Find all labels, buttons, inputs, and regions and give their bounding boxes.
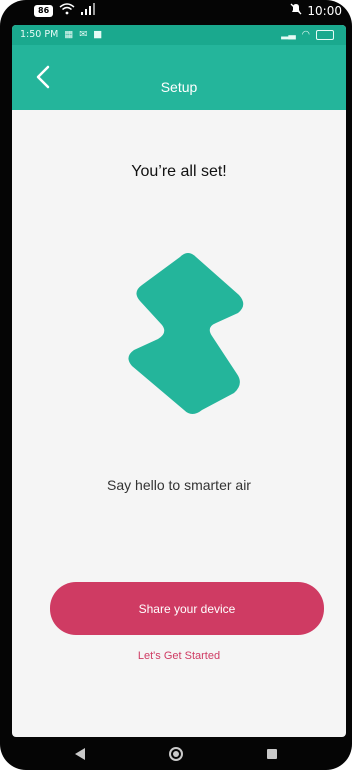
inner-time: 1:50 PM [20, 29, 59, 40]
inner-status-left: 1:50 PM ▦ ✉ ■ [20, 29, 102, 40]
app-bar: Setup [12, 45, 346, 110]
inner-status-bar: 1:50 PM ▦ ✉ ■ ▂▃ ◠ [12, 25, 346, 45]
battery-badge: 86 [34, 4, 54, 17]
battery-icon [316, 29, 334, 40]
outer-status-right: 10:00 [289, 2, 342, 19]
mail-icon: ✉ [79, 29, 88, 40]
alarm-off-icon [289, 2, 303, 19]
video-icon: ■ [93, 29, 103, 40]
get-started-link[interactable]: Let's Get Started [12, 650, 346, 662]
inner-status-right: ▂▃ ◠ [281, 29, 334, 40]
back-icon[interactable] [69, 743, 91, 765]
notification-icon: ▦ [64, 29, 74, 40]
outer-status-left: 86 [34, 3, 96, 18]
device-frame: 86 10:00 1:50 PM ▦ ✉ ■ ▂▃ ◠ Setup You’re… [0, 0, 352, 770]
success-heading: You’re all set! [131, 163, 227, 180]
signal-icon: ▂▃ [281, 29, 296, 40]
outer-status-bar: 86 10:00 [0, 0, 352, 22]
signal-icon [81, 3, 96, 18]
home-icon[interactable] [165, 743, 187, 765]
wifi-icon [59, 3, 75, 18]
system-nav-bar [0, 737, 352, 770]
outer-time: 10:00 [307, 3, 342, 18]
share-device-button[interactable]: Share your device [50, 582, 324, 635]
recent-apps-icon[interactable] [261, 743, 283, 765]
page-title: Setup [160, 79, 198, 95]
brand-logo [118, 243, 248, 418]
subtitle: Say hello to smarter air [107, 477, 251, 493]
app-screen: 1:50 PM ▦ ✉ ■ ▂▃ ◠ Setup You’re all set! [12, 25, 346, 737]
wifi-icon: ◠ [301, 29, 310, 40]
